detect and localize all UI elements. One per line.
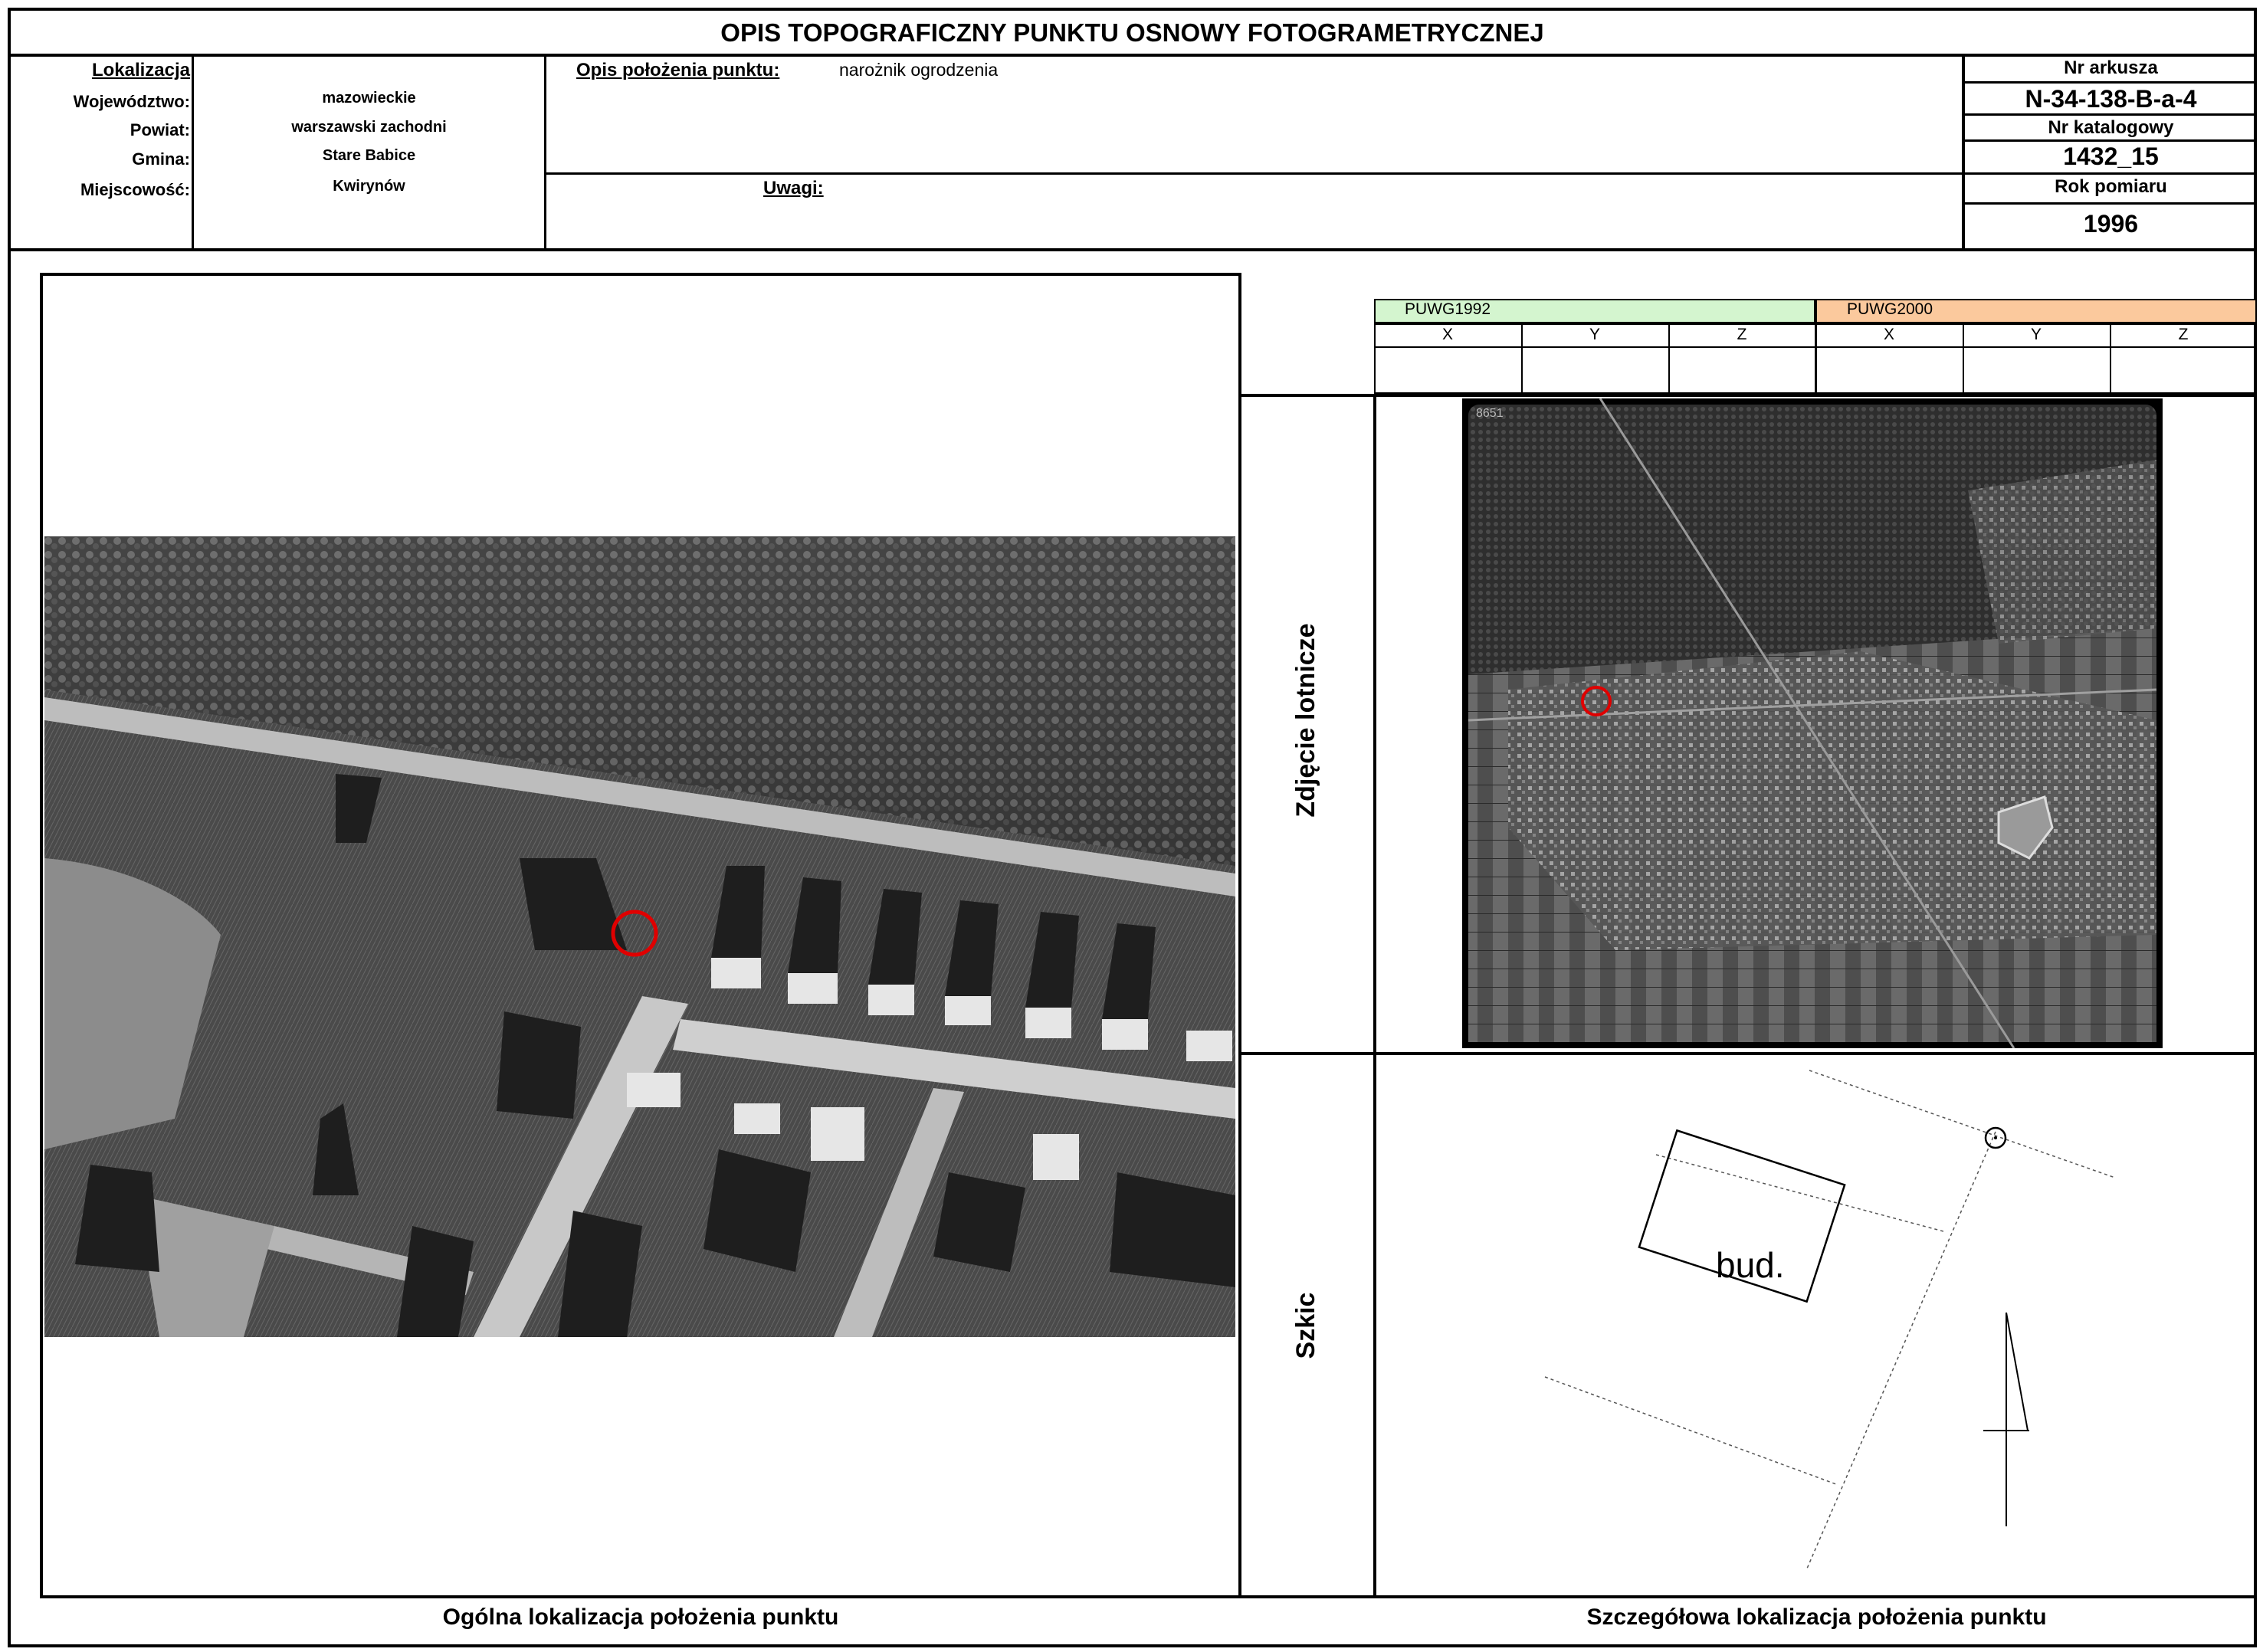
divider (1815, 299, 1817, 394)
footer-general-location: Ogólna lokalizacja położenia punktu (442, 1604, 839, 1630)
puwg2000-label: PUWG2000 (1847, 300, 1933, 318)
location-label-voivodeship: Województwo: (73, 92, 190, 111)
location-value-voivodeship: mazowieckie (322, 90, 416, 107)
year-value: 1996 (2083, 210, 2139, 238)
divider (1963, 202, 2257, 205)
divider (192, 54, 194, 250)
divider (1963, 139, 2257, 142)
divider (1240, 394, 2257, 397)
aerial-photo: 8651 (1462, 398, 2163, 1048)
remarks-label: Uwagi: (763, 178, 824, 198)
aerial-photo-label: Zdjęcie lotnicze (1291, 623, 1320, 818)
catalog-label: Nr katalogowy (2048, 117, 2174, 138)
footer-detailed-location: Szczegółowa lokalizacja położenia punktu (1586, 1604, 2047, 1630)
location-value-locality: Kwirynów (333, 178, 405, 195)
coord-col-y-1992: Y (1589, 326, 1600, 343)
year-label: Rok pomiaru (2055, 176, 2167, 197)
general-location-photo (44, 536, 1235, 1337)
divider (1963, 113, 2257, 116)
location-value-county: warszawski zachodni (291, 119, 447, 136)
divider (1963, 81, 2257, 84)
north-arrow-icon (1983, 1312, 2029, 1526)
coord-col-x-1992: X (1441, 326, 1453, 343)
location-value-commune: Stare Babice (322, 147, 416, 164)
location-label-commune: Gmina: (132, 149, 190, 169)
divider (1240, 1595, 2257, 1598)
coord-col-z-2000: Z (2178, 326, 2189, 343)
description-value: narożnik ogrodzenia (839, 60, 999, 80)
sketch-label: Szkic (1291, 1292, 1320, 1359)
location-label-county: Powiat: (130, 120, 190, 139)
puwg1992-label: PUWG1992 (1405, 300, 1491, 318)
page-title: OPIS TOPOGRAFICZNY PUNKTU OSNOWY FOTOGRA… (720, 18, 1544, 47)
sketch-drawing: bud. (1544, 1070, 2116, 1569)
sheet-label: Nr arkusza (2064, 57, 2158, 78)
coord-col-x-2000: X (1883, 326, 1894, 343)
description-label: Opis położenia punktu: (576, 60, 780, 80)
coord-col-z-1992: Z (1737, 326, 1747, 343)
divider (544, 54, 546, 250)
location-header: Lokalizacja (91, 60, 190, 80)
catalog-value: 1432_15 (2063, 143, 2159, 170)
divider (8, 248, 2257, 251)
sketch-building-label: bud. (1716, 1245, 1785, 1285)
aerial-frame-number: 8651 (1476, 407, 1504, 420)
sheet-value: N-34-138-B-a-4 (2025, 85, 2197, 113)
coord-col-y-2000: Y (2030, 326, 2042, 343)
divider (544, 172, 2257, 175)
divider (8, 54, 2257, 57)
location-label-locality: Miejscowość: (80, 180, 190, 199)
